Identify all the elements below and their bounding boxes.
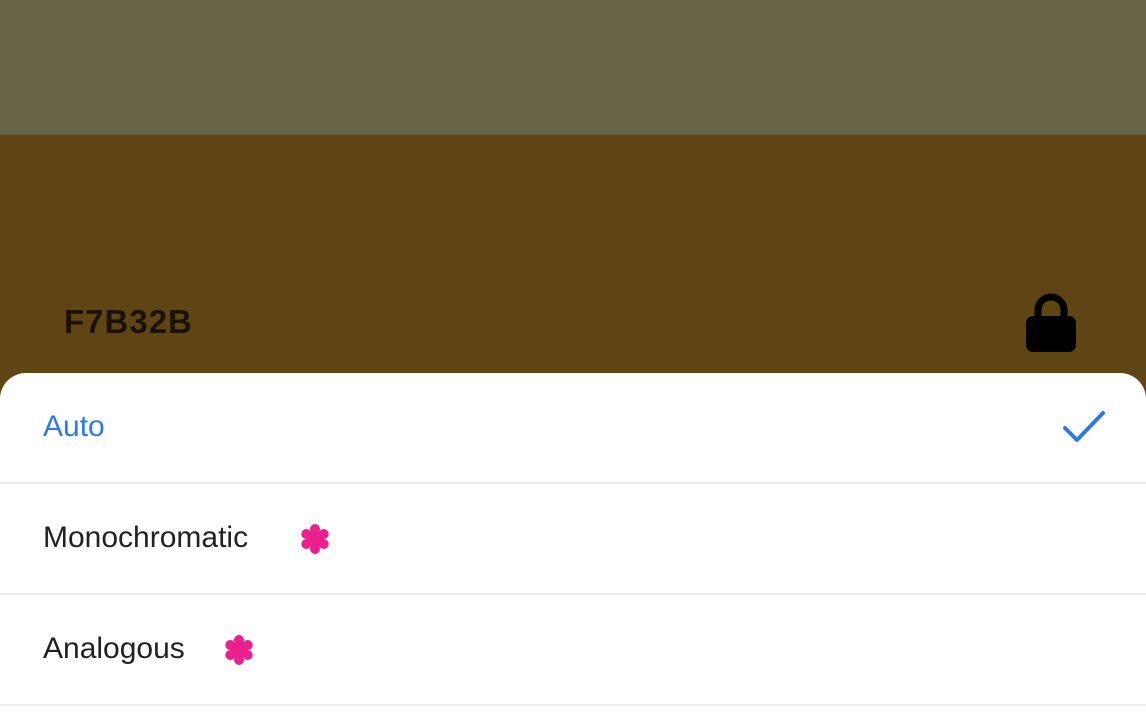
palette-screen: F7B32B Auto Monochromatic Analogous <box>0 0 1146 716</box>
option-divider <box>0 704 1146 706</box>
harmony-option-analogous[interactable]: Analogous <box>0 595 1146 705</box>
option-label-monochromatic: Monochromatic <box>43 521 249 554</box>
hex-code-label[interactable]: F7B32B <box>64 300 193 344</box>
checkmark-icon <box>1063 411 1105 442</box>
harmony-options-sheet: Auto Monochromatic Analogous <box>0 373 1146 716</box>
premium-badge-icon <box>225 635 253 665</box>
option-label-analogous: Analogous <box>43 632 185 665</box>
harmony-option-auto[interactable]: Auto <box>0 373 1146 483</box>
lock-icon[interactable] <box>1024 290 1078 354</box>
color-swatch-top[interactable] <box>0 0 1146 135</box>
harmony-option-monochromatic[interactable]: Monochromatic <box>0 484 1146 594</box>
option-label-auto: Auto <box>43 410 105 443</box>
premium-badge-icon <box>301 524 329 554</box>
